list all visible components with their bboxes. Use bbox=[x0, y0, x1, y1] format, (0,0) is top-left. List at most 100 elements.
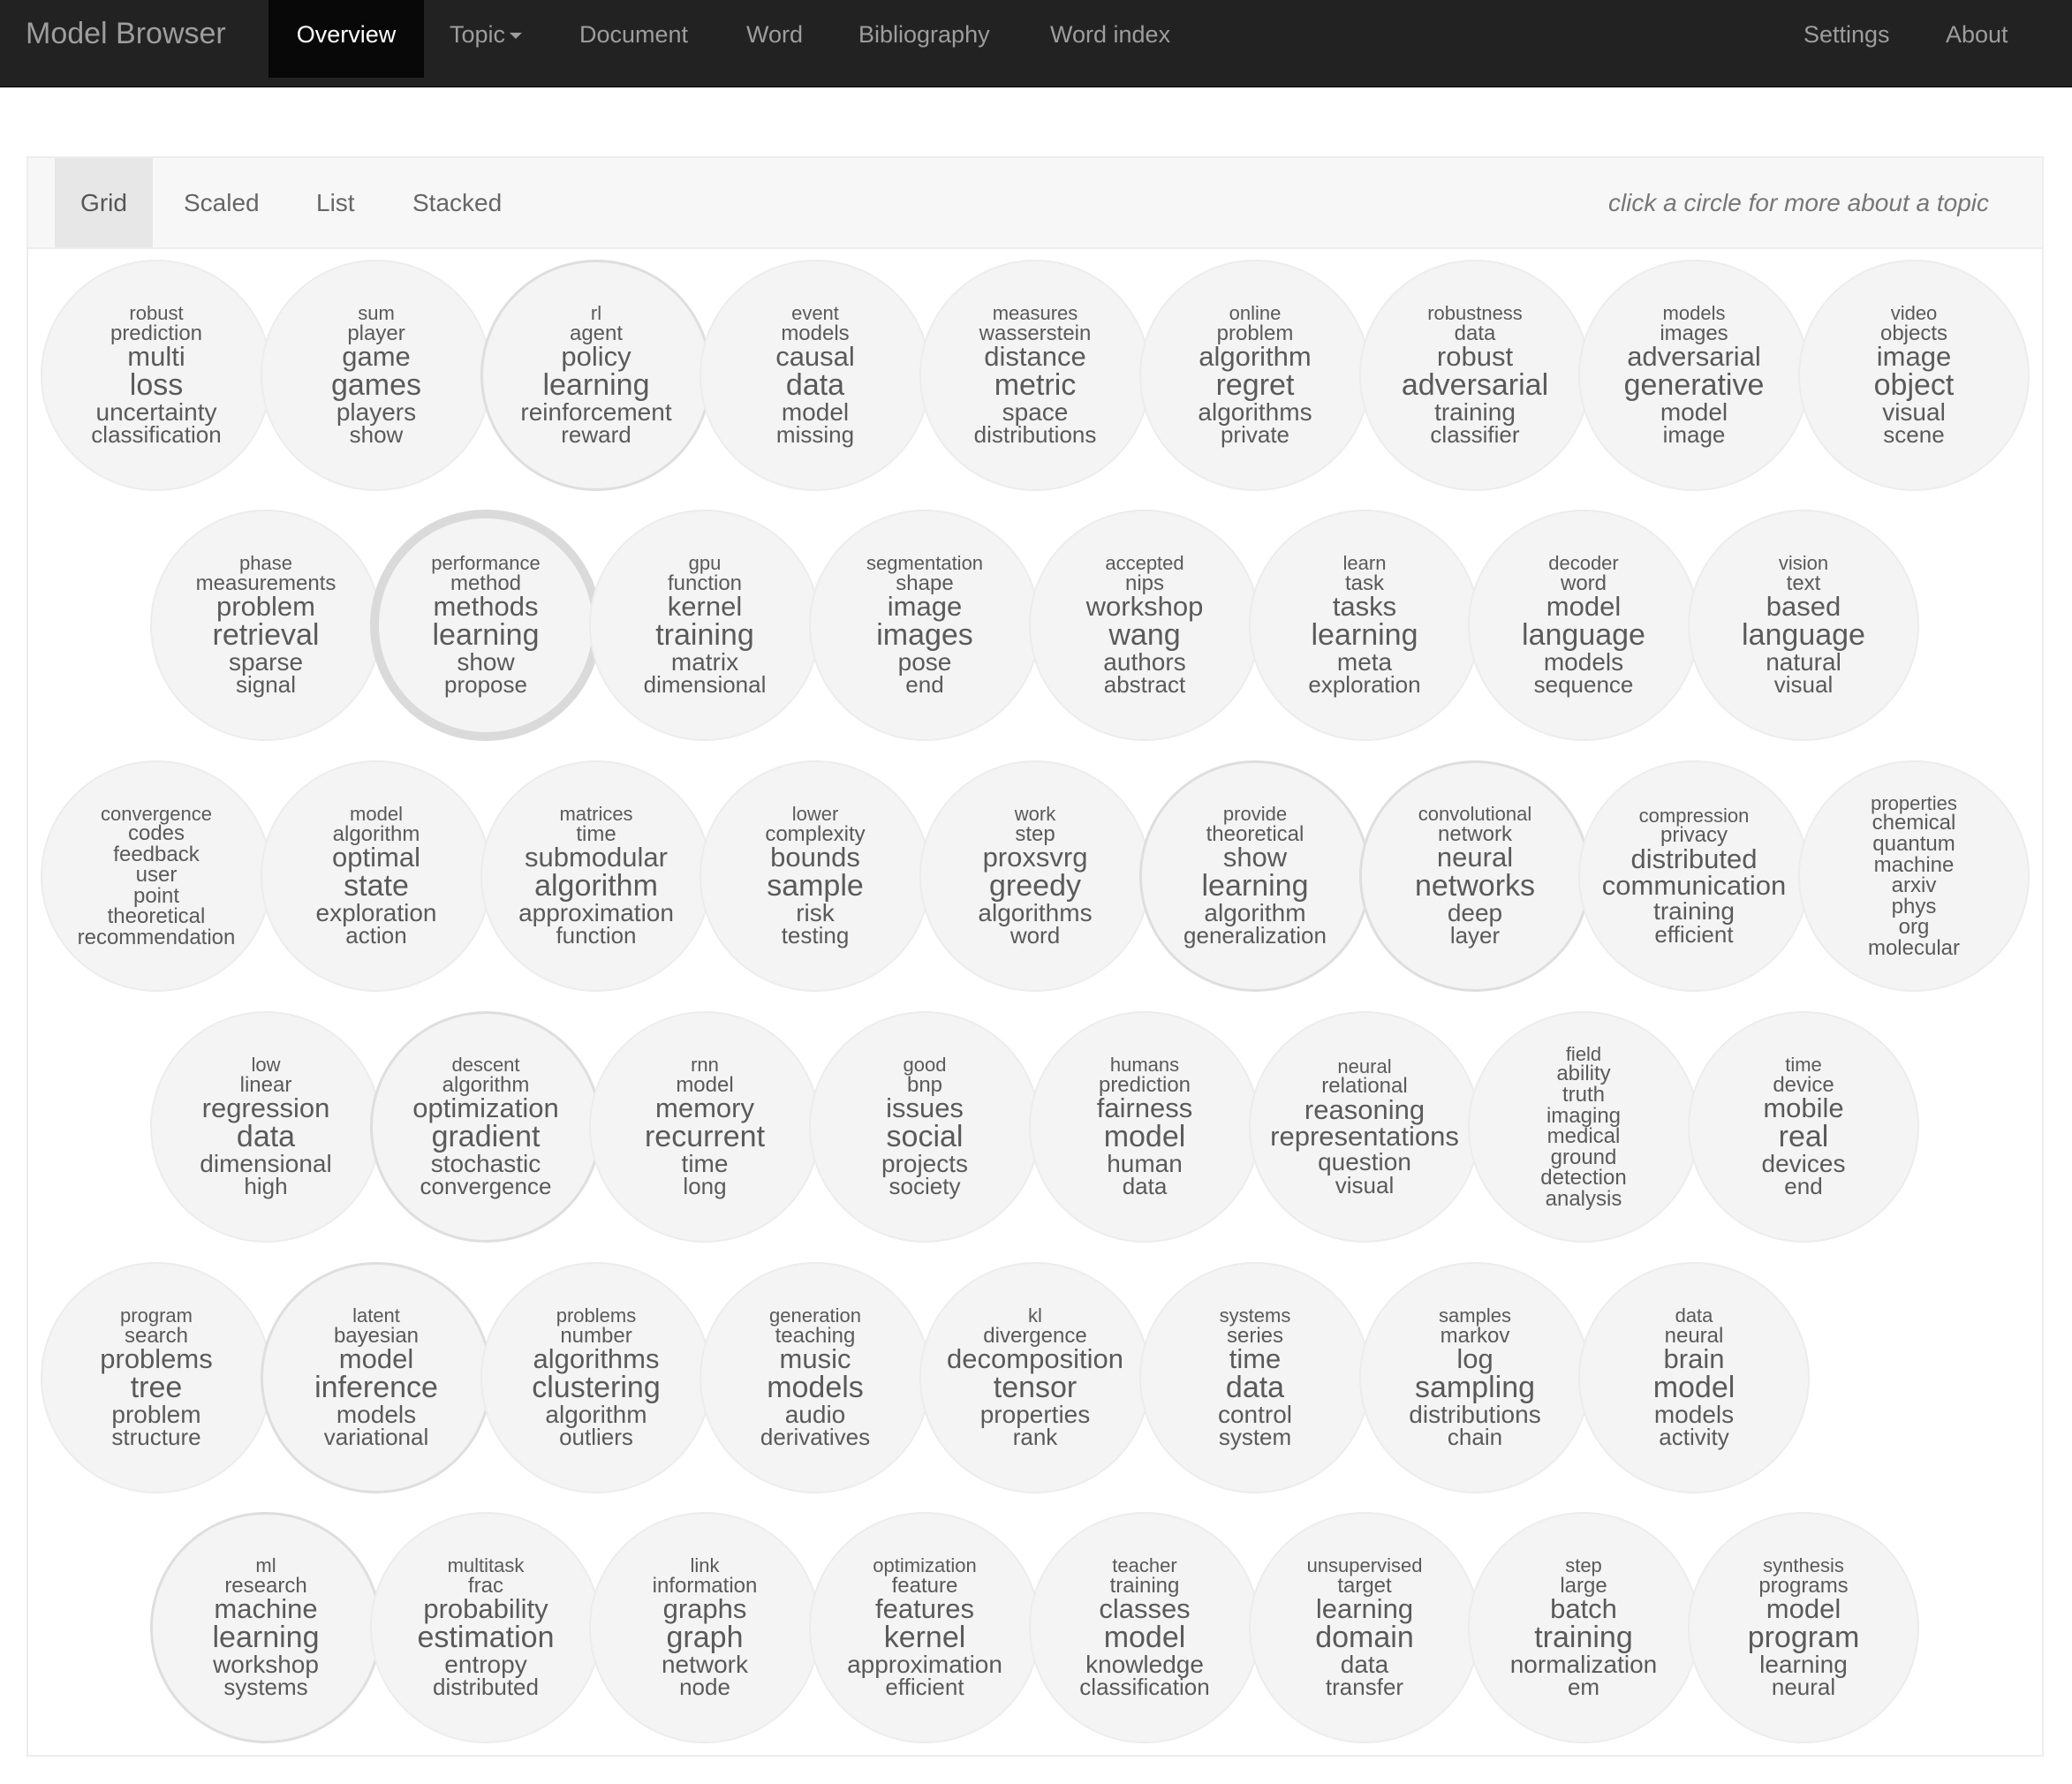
topic-word: model bbox=[1546, 591, 1622, 623]
topic-circle[interactable]: compression privacy distributed communicati… bbox=[1578, 760, 1810, 992]
topic-word: show bbox=[1222, 842, 1288, 873]
topic-word: domain bbox=[1315, 1620, 1414, 1654]
topic-word: arxiv bbox=[1891, 873, 1937, 898]
topic-circle[interactable]: provide theoretical show learning algorithm g… bbox=[1139, 760, 1371, 992]
topic-word: natural bbox=[1766, 647, 1841, 676]
topic-circle[interactable]: problems number algorithms clustering algori… bbox=[480, 1262, 712, 1493]
topic-word: humans bbox=[1109, 1054, 1180, 1077]
topic-word: batch bbox=[1550, 1593, 1617, 1625]
topic-word: phase bbox=[239, 552, 292, 575]
topic-word: visual bbox=[1882, 397, 1946, 426]
topic-word: kernel bbox=[667, 591, 743, 623]
topic-word: music bbox=[779, 1343, 851, 1375]
topic-circle[interactable]: measures wasserstein distance metric space di… bbox=[919, 260, 1151, 491]
topic-circle[interactable]: descent algorithm optimization gradient stoc… bbox=[370, 1011, 601, 1243]
topic-word: space bbox=[1002, 397, 1069, 426]
topic-word: detection bbox=[1540, 1166, 1627, 1191]
topic-circle[interactable]: neural relational reasoning representations… bbox=[1249, 1011, 1480, 1243]
topic-word: decomposition bbox=[947, 1343, 1123, 1375]
topic-circle[interactable]: convolutional network neural networks deep la… bbox=[1359, 760, 1591, 992]
topic-word: efficient bbox=[885, 1674, 964, 1701]
topic-circle[interactable]: vision text based language natural visual bbox=[1688, 510, 1919, 741]
topic-word: function bbox=[556, 922, 637, 949]
topic-circle[interactable]: ml research machine learning workshop systems bbox=[150, 1512, 382, 1743]
topic-word: features bbox=[874, 1593, 974, 1625]
topic-word: org bbox=[1898, 915, 1930, 940]
topic-word: optimization bbox=[873, 1554, 977, 1577]
topic-word: images bbox=[876, 617, 973, 652]
topic-circle[interactable]: good bnp issues social projects society bbox=[809, 1011, 1040, 1243]
topic-word: end bbox=[905, 671, 944, 699]
topic-circle[interactable]: learn task tasks learning meta exploration bbox=[1249, 510, 1480, 741]
topic-circle[interactable]: step large batch training normalization em bbox=[1468, 1512, 1699, 1743]
topic-circle[interactable]: properties chemical quantum machine arxiv phy… bbox=[1798, 760, 2030, 992]
topic-circle[interactable]: robust prediction multi loss uncertainty clas… bbox=[41, 260, 272, 491]
topic-word: sampling bbox=[1414, 1370, 1536, 1404]
topic-circle[interactable]: matrices time submodular algorithm approxima… bbox=[480, 760, 712, 992]
topic-circle[interactable]: program search problems tree problem structur… bbox=[41, 1262, 272, 1493]
topic-circle[interactable]: rl agent policy learning reinforcement reward bbox=[480, 260, 712, 491]
topic-word: adversarial bbox=[1627, 341, 1761, 373]
topic-circle[interactable]: systems series time data control system bbox=[1139, 1262, 1371, 1493]
topic-circle[interactable]: low linear regression data dimensional high bbox=[150, 1011, 382, 1243]
topic-circle[interactable]: generation teaching music models audio deriva… bbox=[699, 1262, 931, 1493]
topic-word: program bbox=[1747, 1620, 1860, 1654]
topic-circle[interactable]: teacher training classes model knowledge clas… bbox=[1029, 1512, 1260, 1743]
topic-circle[interactable]: decoder word model language models sequence bbox=[1468, 510, 1699, 741]
topic-circle[interactable]: data neural brain model models activity bbox=[1578, 1262, 1810, 1493]
topic-circle[interactable]: online problem algorithm regret algorithms pr… bbox=[1139, 260, 1371, 491]
topic-word: problem bbox=[111, 1400, 201, 1428]
topic-word: issues bbox=[886, 1092, 964, 1124]
topic-word: learning bbox=[1201, 868, 1309, 903]
topic-word: properties bbox=[979, 1400, 1091, 1428]
topic-word: rnn bbox=[691, 1054, 719, 1077]
topic-circle[interactable]: accepted nips workshop wang authors abstract bbox=[1029, 510, 1260, 741]
topic-circle[interactable]: link information graphs graph network node bbox=[589, 1512, 820, 1743]
topic-circle[interactable]: robustness data robust adversarial training c… bbox=[1359, 260, 1591, 491]
topic-word: greedy bbox=[989, 868, 1081, 903]
topic-word: robustness bbox=[1427, 302, 1523, 325]
topic-word: bounds bbox=[770, 842, 860, 873]
topic-circle[interactable]: humans prediction fairness model human data bbox=[1029, 1011, 1260, 1243]
topic-word: time bbox=[1229, 1343, 1282, 1375]
topic-word: algorithm bbox=[1199, 341, 1312, 373]
topic-word: testing bbox=[781, 922, 850, 949]
topic-word: work bbox=[1014, 803, 1056, 826]
topic-circle[interactable]: work step proxsvrg greedy algorithms word bbox=[919, 760, 1151, 992]
topic-word: memory bbox=[655, 1092, 754, 1124]
topic-word: knowledge bbox=[1085, 1650, 1204, 1678]
topic-circle[interactable]: time device mobile real devices end bbox=[1688, 1011, 1919, 1243]
topic-word: mobile bbox=[1763, 1092, 1844, 1124]
topic-word: kernel bbox=[883, 1620, 966, 1654]
topic-circle[interactable]: rnn model memory recurrent time long bbox=[589, 1011, 820, 1243]
topic-circle[interactable]: video objects image object visual scene bbox=[1798, 260, 2030, 491]
topic-word: proxsvrg bbox=[982, 842, 1088, 873]
topic-grid: robust prediction multi loss uncertainty clas… bbox=[0, 0, 2072, 1784]
topic-circle[interactable]: segmentation shape image images pose end bbox=[809, 510, 1040, 741]
topic-circle[interactable]: gpu function kernel training matrix dimension… bbox=[589, 510, 820, 741]
topic-word: teacher bbox=[1112, 1554, 1177, 1577]
topic-circle[interactable]: performance method methods learning show prop… bbox=[370, 510, 601, 741]
topic-circle[interactable]: optimization feature features kernel approxi… bbox=[809, 1512, 1040, 1743]
topic-word: data bbox=[1675, 1304, 1713, 1327]
topic-word: chemical bbox=[1872, 811, 1956, 835]
topic-circle[interactable]: lower complexity bounds sample risk testing bbox=[699, 760, 931, 992]
topic-circle[interactable]: unsupervised target learning domain data tran… bbox=[1249, 1512, 1480, 1743]
topic-circle[interactable]: multitask frac probability estimation entrop… bbox=[370, 1512, 601, 1743]
topic-circle[interactable]: event models causal data model missing bbox=[699, 260, 931, 491]
topic-circle[interactable]: latent bayesian model inference models variat… bbox=[261, 1262, 492, 1493]
topic-word: model bbox=[1766, 1593, 1841, 1625]
topic-word: projects bbox=[881, 1149, 969, 1177]
topic-word: system bbox=[1218, 1424, 1292, 1451]
topic-circle[interactable]: models images adversarial generative model im… bbox=[1578, 260, 1810, 491]
topic-circle[interactable]: synthesis programs model program learning neu… bbox=[1688, 1512, 1919, 1743]
topic-word: sparse bbox=[228, 647, 304, 676]
topic-circle[interactable]: kl divergence decomposition tensor propertie… bbox=[919, 1262, 1151, 1493]
topic-circle[interactable]: field ability truth imaging medical ground det… bbox=[1468, 1011, 1699, 1243]
topic-circle[interactable]: model algorithm optimal state exploration act… bbox=[261, 760, 492, 992]
topic-circle[interactable]: sum player game games players show bbox=[261, 260, 492, 491]
topic-circle[interactable]: phase measurements problem retrieval sparse s… bbox=[150, 510, 382, 741]
topic-circle[interactable]: samples markov log sampling distributions cha… bbox=[1359, 1262, 1591, 1493]
topic-word: data bbox=[1340, 1650, 1389, 1678]
topic-circle[interactable]: convergence codes feedback user point theoret… bbox=[41, 760, 272, 992]
